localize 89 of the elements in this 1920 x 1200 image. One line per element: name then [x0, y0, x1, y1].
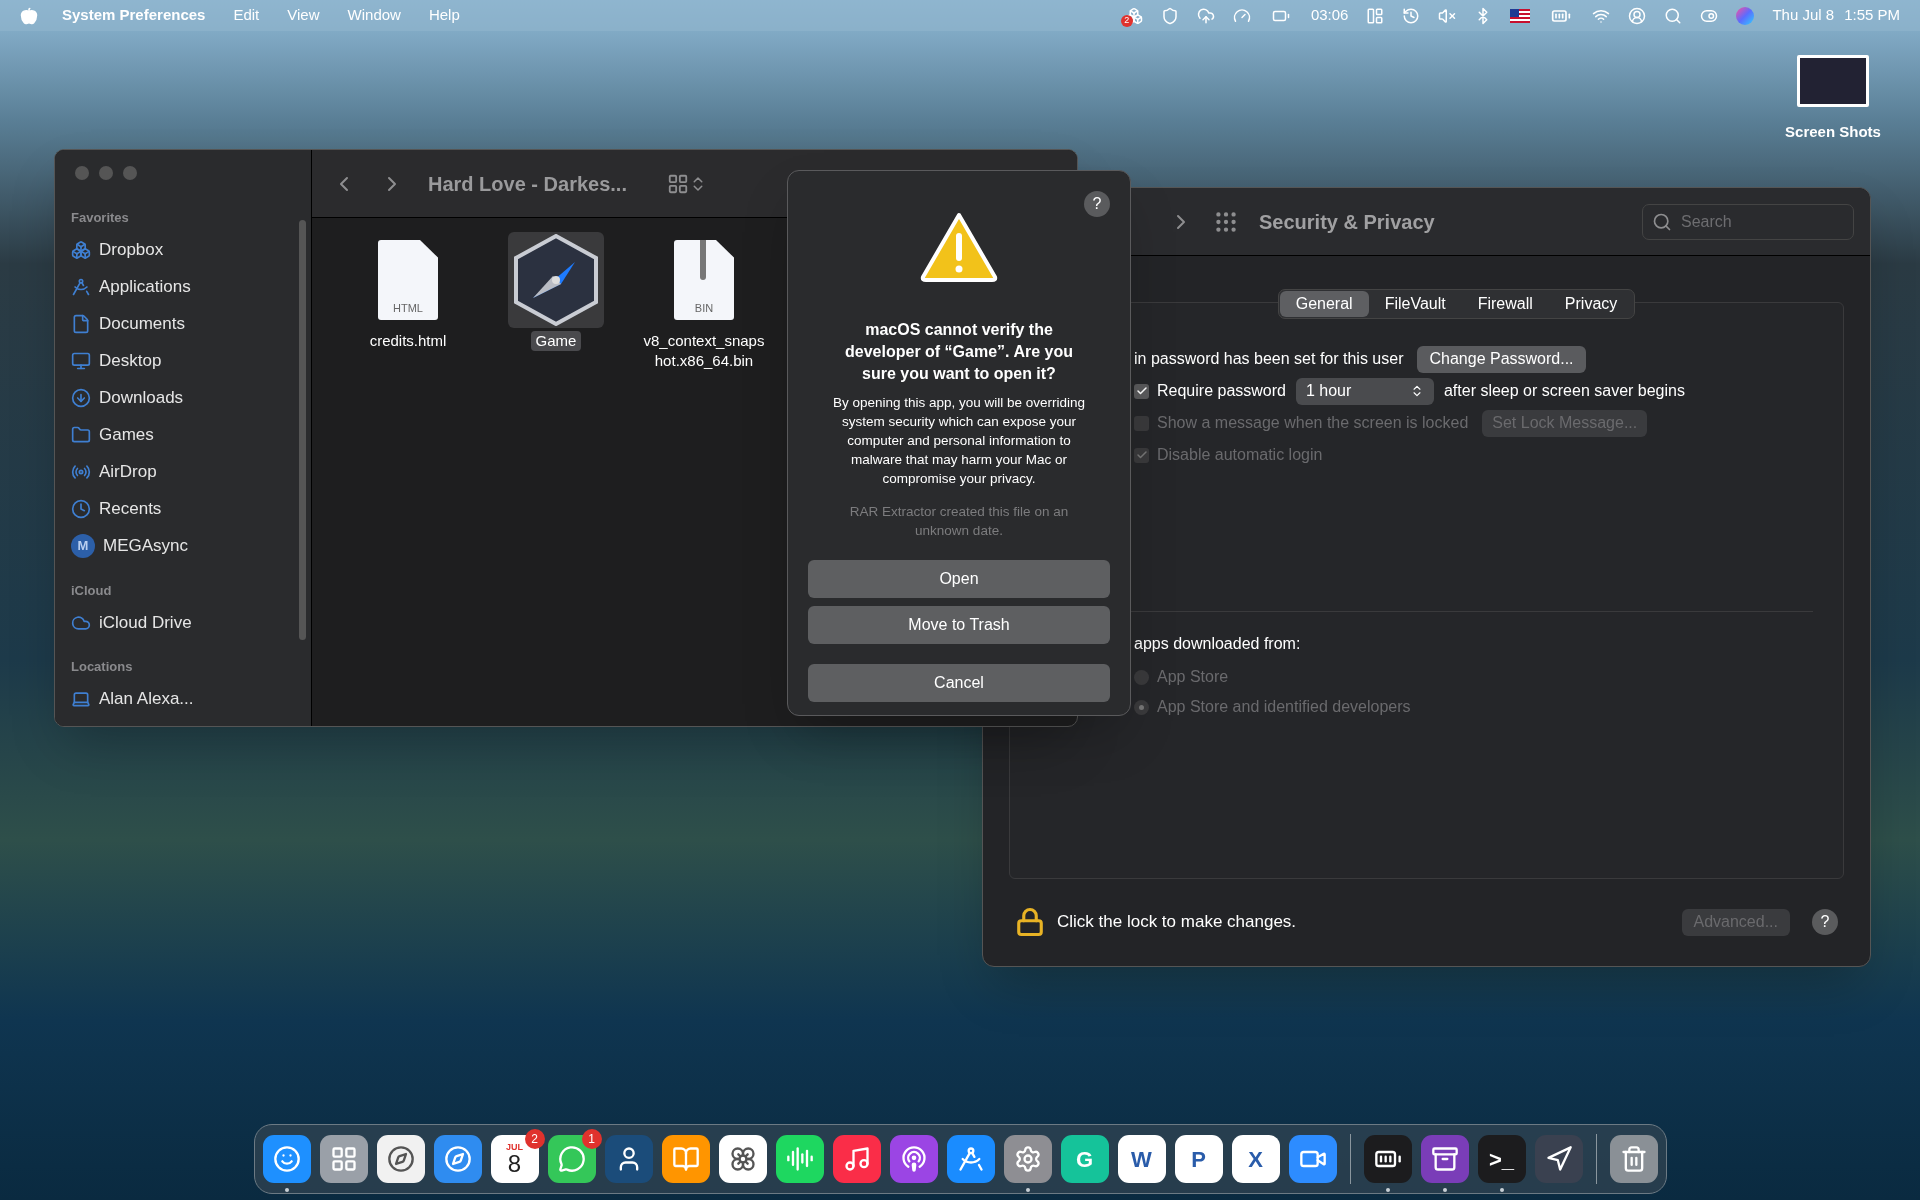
search-field[interactable]: Search	[1642, 203, 1854, 240]
file-type-label: HTML	[393, 300, 423, 316]
sidebar-item[interactable]: Games	[71, 416, 295, 454]
dialog-title: macOS cannot verify the developer of “Game”. Are you sure you want to open it?	[844, 320, 1074, 384]
folder-icon	[71, 425, 91, 445]
app-icon[interactable]	[889, 1135, 938, 1183]
app-icon[interactable]: >_	[1477, 1135, 1526, 1183]
mega-icon: M	[71, 534, 95, 558]
app-icon[interactable]	[376, 1135, 425, 1183]
sidebar-item[interactable]: Downloads	[71, 379, 295, 417]
app-icon[interactable]	[946, 1135, 995, 1183]
sidebar-heading: Locations	[71, 658, 134, 676]
sidebar-item[interactable]: Dropbox	[71, 231, 295, 269]
notification-badge: 2	[1120, 14, 1133, 27]
monitor-icon	[71, 351, 91, 371]
window-title: Security & Privacy	[1259, 209, 1435, 235]
app-icon[interactable]	[1534, 1135, 1583, 1183]
app-icon[interactable]	[775, 1135, 824, 1183]
sidebar-heading: Favorites	[71, 209, 130, 227]
app-icon[interactable]: W	[1117, 1135, 1166, 1183]
warning-icon	[919, 211, 999, 283]
dialog-button[interactable]: Open	[808, 560, 1110, 598]
app-icon[interactable]	[262, 1135, 311, 1183]
file-name[interactable]: credits.html	[364, 331, 452, 351]
checkbox-label: Show a message when the screen is locked	[1157, 413, 1469, 433]
desktop-icon-label[interactable]: Screen Shots	[1785, 121, 1881, 144]
tab[interactable]: Privacy	[1548, 291, 1634, 317]
app-icon[interactable]: P	[1174, 1135, 1223, 1183]
sidebar-item[interactable]: Desktop	[71, 342, 295, 380]
app-icon[interactable]	[1003, 1135, 1052, 1183]
file-icon-tile[interactable]: HTML	[360, 232, 456, 328]
file-icon-tile[interactable]	[508, 232, 604, 328]
sidebar-item[interactable]: Applications	[71, 268, 295, 306]
search-icon	[1652, 211, 1672, 232]
app-icon[interactable]	[604, 1135, 653, 1183]
drafting-compass-icon	[71, 277, 91, 297]
checkbox-suffix: after sleep or screen saver begins	[1443, 381, 1685, 401]
app-icon[interactable]	[433, 1135, 482, 1183]
dialog-note: RAR Extractor created this file on an unknown date.	[848, 503, 1070, 540]
file-name[interactable]: Game	[530, 331, 582, 351]
lock-hint: Click the lock to make changes.	[1057, 911, 1297, 934]
app-icon[interactable]	[832, 1135, 881, 1183]
checkbox[interactable]	[1134, 383, 1149, 399]
sidebar-item[interactable]: Recents	[71, 490, 295, 528]
help-button[interactable]: ?	[1812, 909, 1838, 935]
tab[interactable]: FileVault	[1368, 291, 1462, 317]
laptop-icon	[71, 689, 91, 709]
boxes-icon	[71, 240, 91, 260]
window-title: Hard Love - Darkes...	[428, 171, 627, 197]
download-icon	[71, 388, 91, 408]
app-icon[interactable]	[1420, 1135, 1469, 1183]
tab[interactable]: Firewall	[1461, 291, 1549, 317]
app-icon[interactable]	[1288, 1135, 1337, 1183]
app-icon[interactable]	[661, 1135, 710, 1183]
sidebar-item[interactable]: M MEGAsync	[71, 527, 295, 565]
dialog-message: By opening this app, you will be overriding system security which can expose your computer and personal information to malware that may harm your Mac or compromise your privacy.	[831, 394, 1087, 488]
file-type-label: BIN	[694, 300, 714, 316]
radio-label: App Store and identified developers	[1157, 697, 1411, 717]
screenshot-thumbnail[interactable]	[1797, 55, 1869, 107]
tab[interactable]: General	[1279, 291, 1369, 317]
interval-popup[interactable]: 1 hour	[1295, 377, 1434, 405]
document-icon	[71, 314, 91, 334]
app-icon[interactable]	[718, 1135, 767, 1183]
checkbox-label: Disable automatic login	[1157, 445, 1323, 465]
checkbox-label: Require password	[1157, 381, 1286, 401]
dialog-button[interactable]: Move to Trash	[808, 606, 1110, 644]
flag-icon[interactable]	[1510, 8, 1531, 23]
sidebar-item[interactable]: Alan Alexa...	[71, 680, 295, 718]
compass-app-icon	[513, 234, 599, 326]
dialog-button[interactable]: Cancel	[808, 664, 1110, 702]
sidebar-heading: iCloud	[71, 581, 113, 600]
app-icon[interactable]	[1609, 1135, 1658, 1183]
sidebar-item[interactable]: iCloud Drive	[71, 604, 295, 641]
password-status-text: in password has been set for this user	[1134, 349, 1404, 369]
file-icon-tile[interactable]: BIN	[656, 232, 752, 328]
section-heading: apps downloaded from:	[1134, 634, 1302, 654]
sidebar-item[interactable]: AirDrop	[71, 453, 295, 491]
help-button[interactable]: ?	[1084, 191, 1110, 217]
clock-icon	[71, 499, 91, 519]
app-icon[interactable]	[319, 1135, 368, 1183]
app-icon[interactable]	[1363, 1135, 1412, 1183]
icon-view-icon[interactable]	[666, 172, 689, 195]
change-password-button[interactable]: Change Password...	[1417, 345, 1586, 373]
file-name[interactable]: v8_context_snapshot.x86_64.bin	[636, 331, 772, 371]
radio-waves-icon	[71, 462, 91, 482]
lock-icon[interactable]	[1015, 905, 1045, 939]
sidebar-item[interactable]: Documents	[71, 305, 295, 343]
radio-label: App Store	[1157, 667, 1229, 687]
app-icon[interactable]: X	[1231, 1135, 1280, 1183]
